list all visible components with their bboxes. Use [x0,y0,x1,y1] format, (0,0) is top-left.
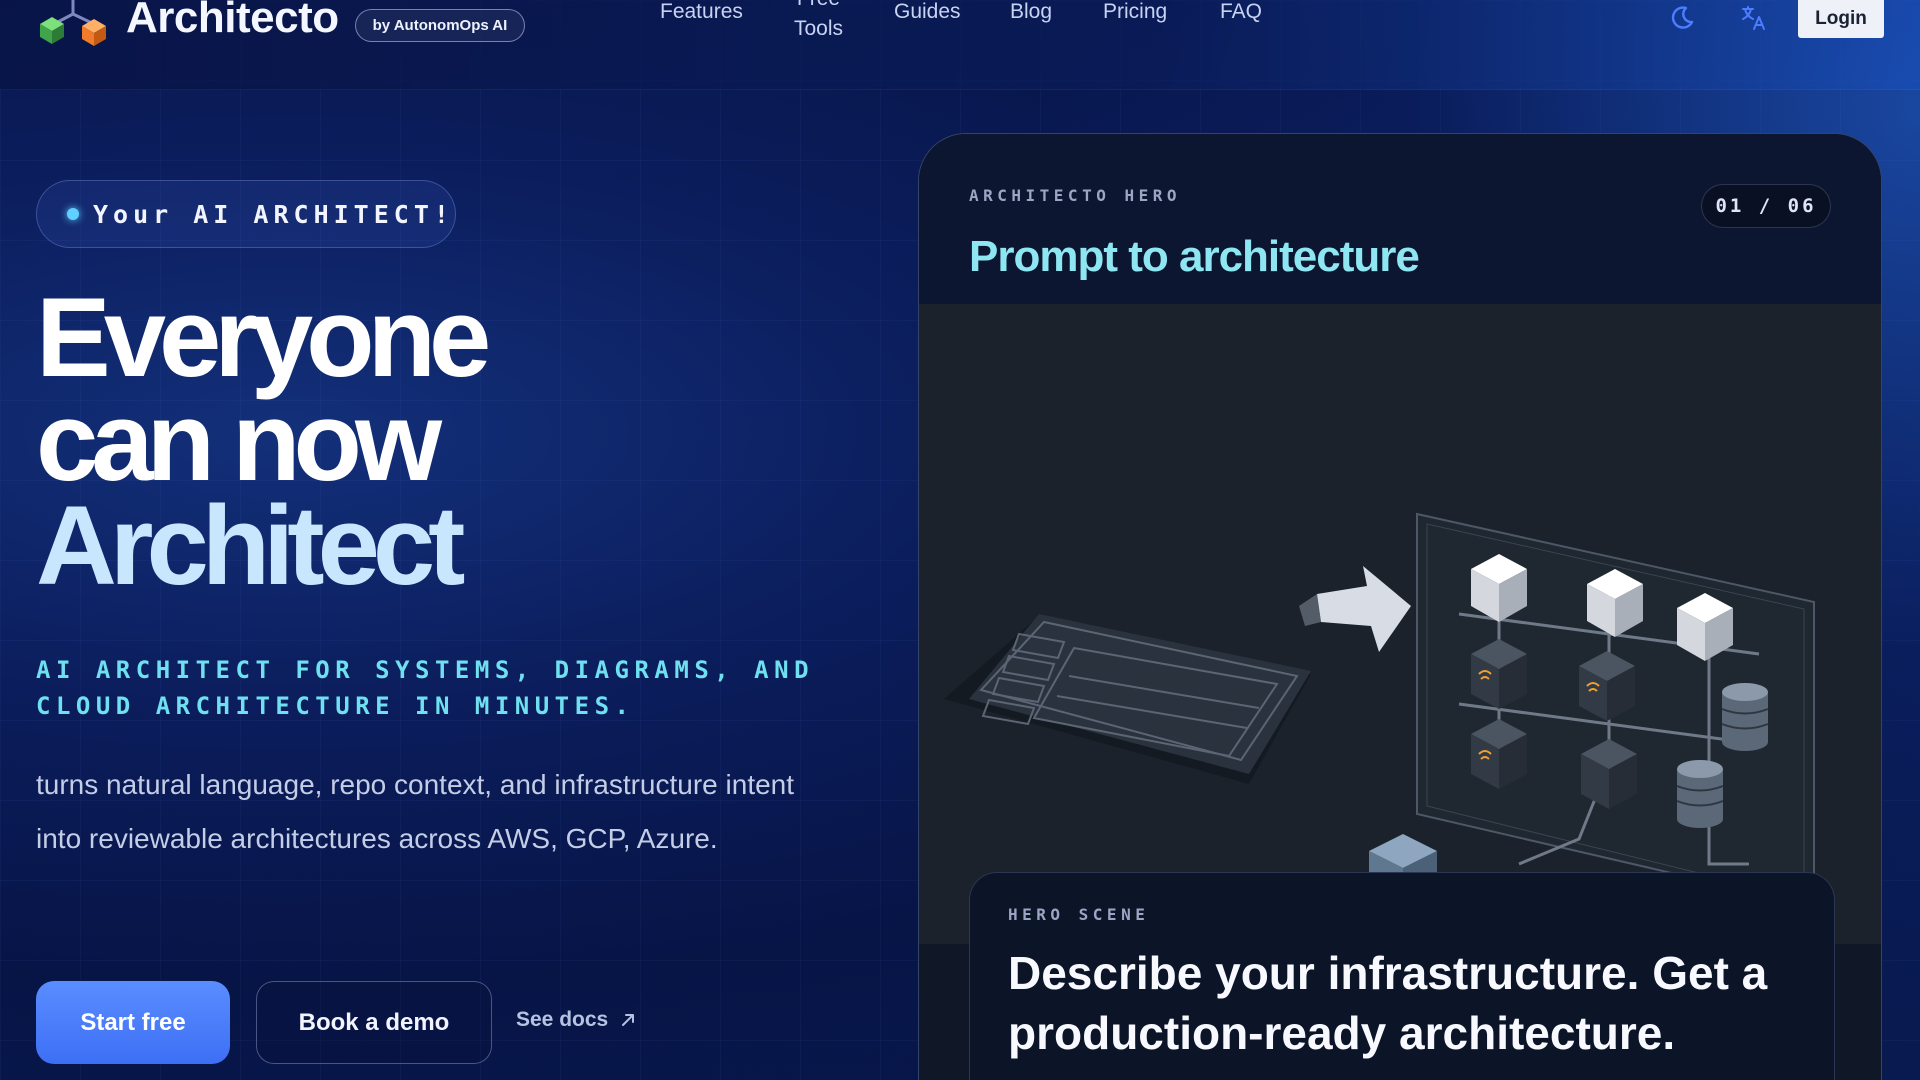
hero-pill-text: Your AI ARCHITECT! [93,199,454,229]
arrow-up-right-icon [622,1014,635,1026]
brand-name: Architecto [126,0,339,42]
card-eyebrow: ARCHITECTO HERO [969,186,1181,205]
headline-accent: Architect [36,483,465,608]
brand[interactable]: Architecto by AutonomOps AI [36,0,526,50]
tablet-icon [944,614,1311,784]
flow-arrow-icon [1299,566,1411,652]
nav-blog[interactable]: Blog [1010,0,1052,24]
database-icon [1676,760,1724,828]
nav-guides[interactable]: Guides [894,0,961,24]
nav-free-tools-line2: Tools [794,17,844,40]
slide-counter: 01 / 06 [1701,184,1831,228]
scene-text: Describe your infrastructure. Get a prod… [1008,947,1768,1059]
book-demo-button[interactable]: Book a demo [256,981,492,1064]
router-node-icon [1471,639,1527,709]
nav-pricing[interactable]: Pricing [1103,0,1167,24]
hero-headline: Everyone can now Architect [36,275,491,608]
scene-label: HERO SCENE [1008,905,1150,924]
site-header: Architecto by AutonomOps AI Features Fre… [0,0,1920,90]
translate-icon[interactable] [1740,4,1768,32]
see-docs-label: See docs [516,1008,609,1031]
nav-faq[interactable]: FAQ [1220,0,1262,24]
nav-free-tools-line1: Free [797,0,840,10]
moon-icon[interactable] [1668,4,1696,32]
see-docs-link[interactable]: See docs [516,1008,636,1032]
architecture-illustration [919,304,1881,945]
architecto-logo-icon [36,0,110,50]
server-node-icon [1581,739,1637,809]
hero-subhead: AI ARCHITECT FOR SYSTEMS, DIAGRAMS, AND … [36,656,815,720]
router-node-icon [1579,651,1635,721]
headline-line-1: Everyone [36,275,491,400]
hero-scene-card: HERO SCENE Describe your infrastructure.… [969,872,1835,1080]
hero-description: turns natural language, repo context, an… [36,769,795,854]
start-free-button[interactable]: Start free [36,981,230,1064]
hero-card: ARCHITECTO HERO 01 / 06 Prompt to archit… [918,133,1882,1080]
router-node-icon [1471,719,1527,789]
nav-features[interactable]: Features [660,0,743,24]
login-button[interactable]: Login [1798,0,1884,38]
headline-line-2: can now [36,379,442,504]
hero-pill: Your AI ARCHITECT! [36,180,456,248]
status-dot-icon [67,208,79,220]
card-title: Prompt to architecture [969,232,1420,281]
brand-badge: by AutonomOps AI [354,8,526,42]
database-icon [1721,683,1769,751]
nav-free-tools[interactable]: Free Tools [794,0,843,44]
